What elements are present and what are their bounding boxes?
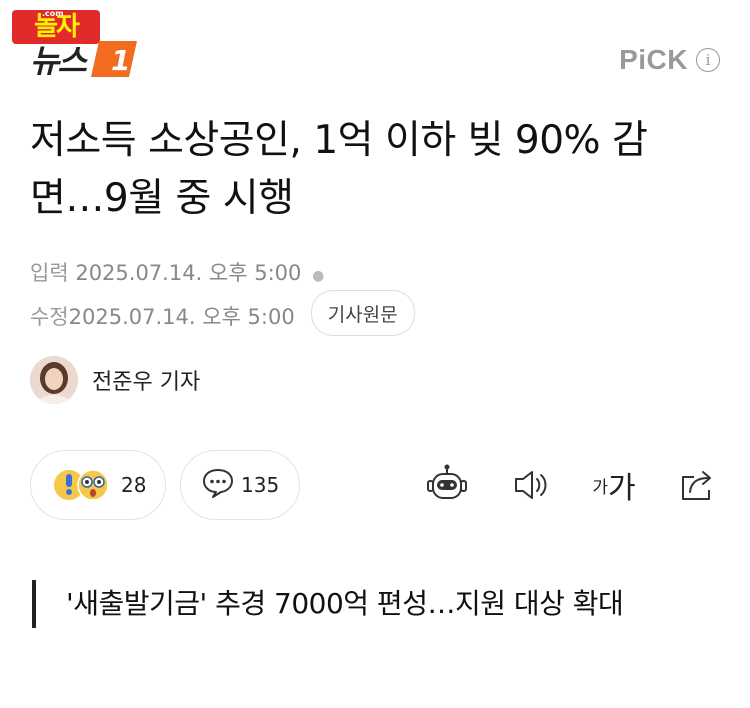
watermark-sub: .com (42, 9, 64, 18)
related-article-title[interactable]: '새출발기금' 추경 7000억 편성…지원 대상 확대 (66, 580, 722, 628)
font-size-large: 가 (608, 471, 636, 506)
reaction-count: 28 (121, 473, 147, 497)
comment-count: 135 (241, 473, 280, 497)
font-size-icon[interactable]: 가가 (588, 462, 640, 508)
pick-label: PiCK (619, 44, 688, 75)
article-headline: 저소득 소상공인, 1억 이하 빚 90% 감면…9월 중 시행 (30, 118, 648, 221)
speaker-icon[interactable] (508, 462, 554, 508)
logo-badge-icon: 1 (89, 39, 139, 79)
published-time: 입력 2025.07.14. 오후 5:00 ● (30, 257, 324, 287)
pick-badge[interactable]: PiCK i (619, 44, 720, 76)
reporter-avatar[interactable] (30, 356, 78, 404)
font-size-small: 가 (592, 477, 609, 498)
logo-text: 뉴스 (30, 42, 87, 80)
original-article-button[interactable]: 기사원문 (310, 290, 415, 336)
related-article[interactable]: '새출발기금' 추경 7000억 편성…지원 대상 확대 (32, 580, 722, 628)
modified-time: 수정 2025.07.14. 오후 5:00 기사원문 (30, 290, 415, 336)
modified-label: 수정 (30, 305, 69, 329)
share-icon[interactable] (674, 462, 720, 508)
reaction-emojis (53, 467, 115, 503)
logo-badge-text: 1 (111, 44, 130, 77)
comment-button[interactable]: 135 (180, 450, 300, 520)
modified-datetime: 2025.07.14. 오후 5:00 (68, 305, 295, 329)
input-datetime: 2025.07.14. 오후 5:00 (75, 261, 302, 285)
reporter-name: 전준우 기자 (92, 370, 201, 395)
info-glyph: i (705, 51, 711, 69)
separator-dot: ● (312, 268, 325, 284)
input-label: 입력 (30, 261, 69, 285)
reporter[interactable]: 전준우 기자 (30, 356, 200, 404)
news1-logo[interactable]: 뉴스 1 (30, 36, 139, 82)
reaction-button[interactable]: 28 (30, 450, 166, 520)
comment-bubble-icon (201, 466, 235, 504)
robot-summary-icon[interactable] (424, 462, 470, 508)
info-icon[interactable]: i (696, 48, 720, 72)
